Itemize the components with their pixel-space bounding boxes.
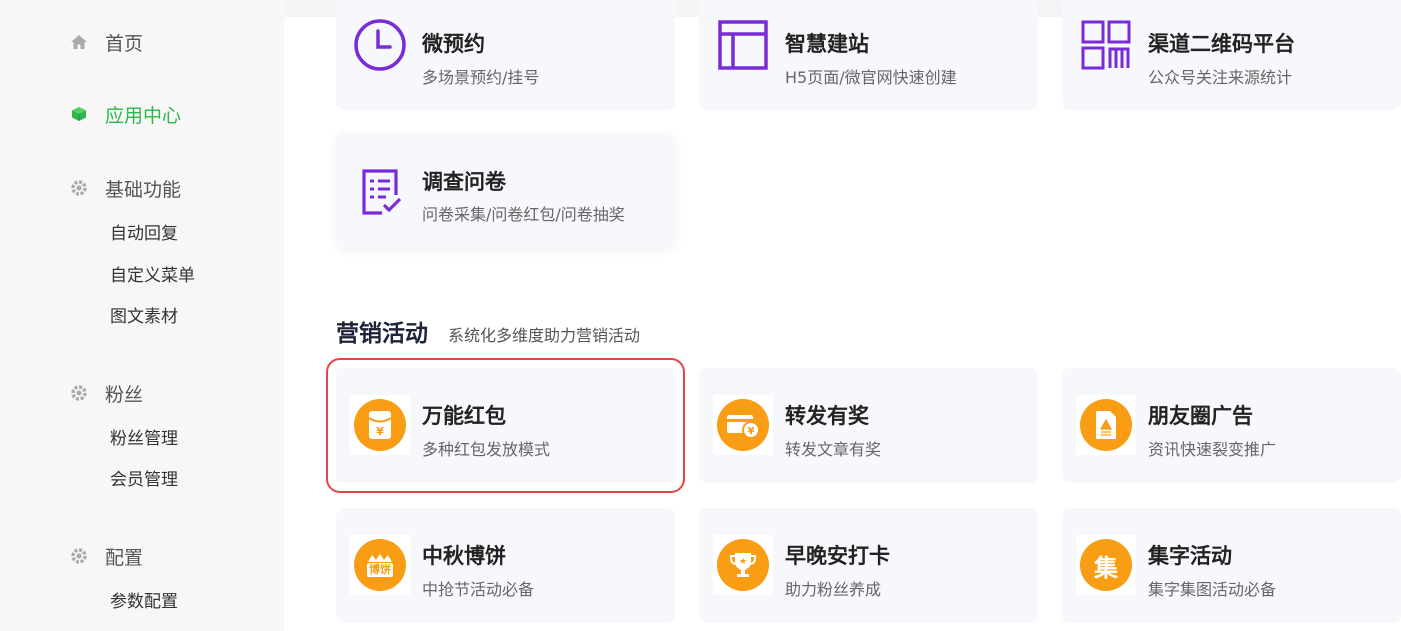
section-title: 营销活动	[336, 321, 428, 347]
card-desc: 助力粉丝养成	[785, 580, 882, 599]
sidebar-item-label: 粉丝	[105, 383, 144, 406]
red-packet-icon: ¥	[350, 395, 410, 455]
card-title: 微预约	[422, 32, 485, 56]
cube-icon	[70, 105, 88, 123]
sidebar-item-label: 配置	[105, 546, 144, 569]
marketing-card-red-packet[interactable]: ¥ 万能红包 多种红包发放模式	[326, 358, 685, 493]
sidebar-subitem-params[interactable]: 参数配置	[110, 591, 178, 613]
survey-icon	[350, 161, 410, 221]
card-title: 中秋博饼	[422, 544, 506, 568]
card-desc: 转发文章有奖	[785, 440, 882, 459]
card-title: 朋友圈广告	[1148, 404, 1253, 428]
sidebar-subitem-member-manage[interactable]: 会员管理	[110, 469, 178, 491]
sidebar-item-config[interactable]: 配置	[70, 544, 144, 569]
moments-ad-icon	[1076, 395, 1136, 455]
tool-card-qrcode[interactable]: 渠道二维码平台 公众号关注来源统计	[1062, 0, 1401, 110]
marketing-card-moments-ad[interactable]: 朋友圈广告 资讯快速裂变推广	[1062, 368, 1401, 483]
sidebar-item-home[interactable]: 首页	[70, 30, 144, 55]
marketing-card-checkin[interactable]: ★ 早晚安打卡 助力粉丝养成	[699, 508, 1038, 623]
svg-text:★: ★	[739, 557, 747, 567]
card-title: 智慧建站	[785, 32, 869, 56]
sidebar: 首页 应用中心 基础功能 自动回复 自定义菜单 图文素材 粉丝 粉丝管理 会员管…	[0, 0, 284, 631]
sidebar-item-basic[interactable]: 基础功能	[70, 176, 182, 201]
mooncake-badge-text: 博饼	[367, 563, 393, 577]
marketing-card-collect-words[interactable]: 集 集字活动 集字集图活动必备	[1062, 508, 1401, 623]
clock-icon	[350, 15, 410, 75]
gear-icon	[70, 547, 88, 565]
section-subtitle: 系统化多维度助力营销活动	[448, 326, 641, 345]
svg-text:¥: ¥	[376, 425, 384, 438]
sidebar-item-app-center[interactable]: 应用中心	[70, 102, 182, 127]
sidebar-subitem-fans-manage[interactable]: 粉丝管理	[110, 428, 178, 450]
tool-card-survey[interactable]: 调查问卷 问卷采集/问卷红包/问卷抽奖	[336, 133, 675, 248]
mooncake-icon: 博饼	[350, 535, 410, 595]
card-title: 集字活动	[1148, 544, 1232, 568]
collect-badge-text: 集	[1094, 553, 1118, 582]
card-desc: 多场景预约/挂号	[422, 68, 540, 87]
sidebar-subitem-articles[interactable]: 图文素材	[110, 306, 178, 328]
card-title: 转发有奖	[785, 404, 869, 428]
qrcode-icon	[1076, 15, 1136, 75]
tool-card-site-builder[interactable]: 智慧建站 H5页面/微官网快速创建	[699, 0, 1038, 110]
layout-icon	[713, 15, 773, 75]
card-desc: H5页面/微官网快速创建	[785, 68, 957, 87]
collect-words-icon: 集	[1076, 535, 1136, 595]
card-desc: 资讯快速裂变推广	[1148, 440, 1277, 459]
sidebar-subitem-custom-menu[interactable]: 自定义菜单	[110, 265, 195, 287]
card-title: 早晚安打卡	[785, 544, 890, 568]
trophy-icon: ★	[713, 535, 773, 595]
home-icon	[70, 33, 88, 51]
card-desc: 公众号关注来源统计	[1148, 68, 1293, 87]
svg-text:¥: ¥	[748, 426, 755, 437]
card-desc: 集字集图活动必备	[1148, 580, 1277, 599]
sidebar-item-label: 基础功能	[105, 178, 182, 201]
card-title: 渠道二维码平台	[1148, 32, 1295, 56]
gear-icon	[70, 179, 88, 197]
card-desc: 多种红包发放模式	[422, 440, 551, 459]
card-desc: 问卷采集/问卷红包/问卷抽奖	[422, 205, 625, 224]
share-reward-icon: ¥	[713, 395, 773, 455]
marketing-card-share-reward[interactable]: ¥ 转发有奖 转发文章有奖	[699, 368, 1038, 483]
sidebar-item-label: 首页	[105, 32, 144, 55]
gear-icon	[70, 384, 88, 402]
sidebar-item-label: 应用中心	[105, 104, 182, 127]
card-desc: 中抢节活动必备	[422, 580, 535, 599]
sidebar-subitem-auto-reply[interactable]: 自动回复	[110, 223, 178, 245]
tool-card-reservation[interactable]: 微预约 多场景预约/挂号	[336, 0, 675, 110]
card-title: 调查问卷	[422, 170, 506, 194]
card-title: 万能红包	[422, 404, 506, 428]
sidebar-item-fans[interactable]: 粉丝	[70, 381, 144, 406]
marketing-card-mooncake[interactable]: 博饼 中秋博饼 中抢节活动必备	[336, 508, 675, 623]
